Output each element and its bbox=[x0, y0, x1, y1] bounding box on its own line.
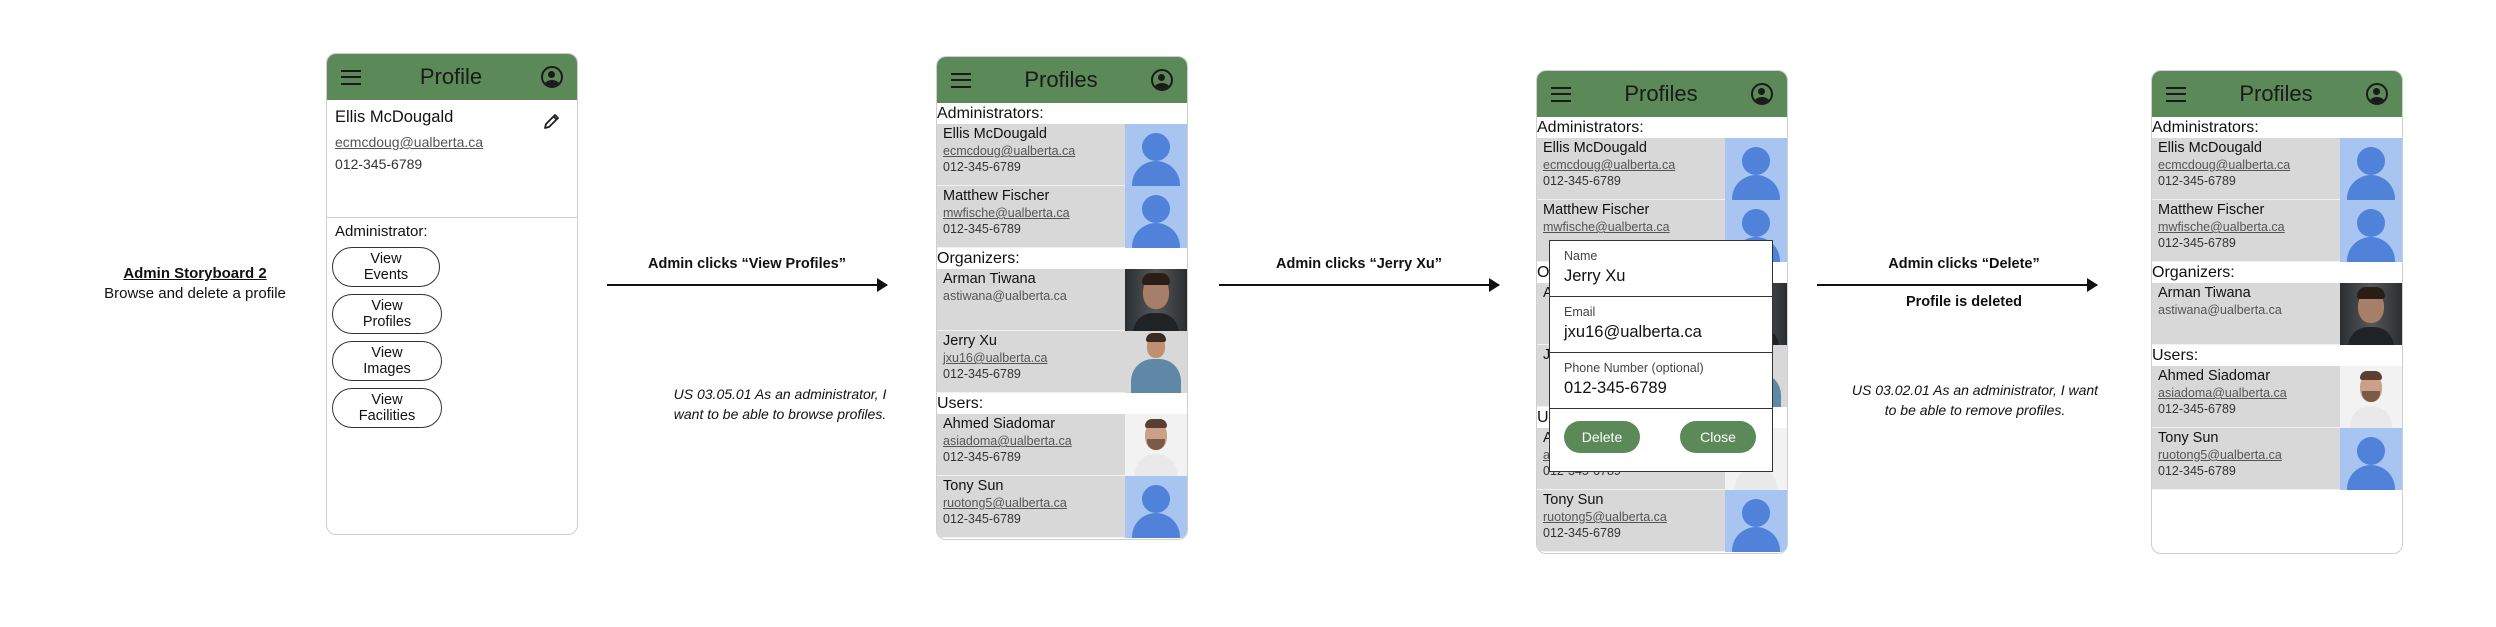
email-value: jxu16@ualberta.ca bbox=[1564, 323, 1702, 341]
profile-screen: Profile Ellis McDougald ecmcdoug@ualbert… bbox=[326, 53, 578, 535]
profile-name: Ellis McDougald bbox=[335, 108, 454, 126]
name-value: Jerry Xu bbox=[1564, 267, 1626, 285]
user-story-note-2: US 03.02.01 As an administrator, I want … bbox=[1851, 382, 2099, 418]
view-events-button[interactable]: View Events bbox=[332, 247, 440, 287]
menu-icon[interactable] bbox=[1551, 86, 1571, 102]
profile-row[interactable]: Ahmed Siadomar asiadoma@ualberta.ca 012-… bbox=[937, 414, 1187, 476]
default-avatar-icon bbox=[2340, 138, 2402, 200]
profiles-after-delete-screen: Profiles Administrators: Ellis McDougald… bbox=[2151, 70, 2403, 554]
storyboard-title: Admin Storyboard 2 bbox=[123, 265, 267, 282]
screen-title: Profiles bbox=[2239, 81, 2313, 106]
arrow-2-label: Admin clicks “Jerry Xu” bbox=[1275, 256, 1442, 272]
default-avatar-icon bbox=[1725, 490, 1787, 552]
default-avatar-icon bbox=[2340, 200, 2402, 262]
name-field: Name Jerry Xu bbox=[1550, 241, 1772, 297]
delete-button[interactable]: Delete bbox=[1564, 421, 1640, 453]
arrow-1-label: Admin clicks “View Profiles” bbox=[648, 256, 846, 272]
profile-photo bbox=[1125, 331, 1187, 393]
profiles-dialog-screen: Profiles Administrators: Ellis McDougald… bbox=[1536, 70, 1788, 554]
default-avatar-icon bbox=[1125, 476, 1187, 538]
top-bar: Profiles bbox=[937, 57, 1187, 103]
account-icon[interactable] bbox=[540, 66, 563, 88]
email-field: Email jxu16@ualberta.ca bbox=[1550, 297, 1772, 353]
profile-phone: 012-345-6789 bbox=[335, 156, 423, 172]
account-icon[interactable] bbox=[2365, 83, 2388, 105]
section-administrators: Administrators: bbox=[937, 105, 1044, 122]
view-images-button[interactable]: View Images bbox=[332, 341, 442, 381]
default-avatar-icon bbox=[1725, 138, 1787, 200]
profile-row[interactable]: Ellis McDougald ecmcdoug@ualberta.ca 012… bbox=[1537, 138, 1787, 200]
section-organizers: Organizers: bbox=[937, 250, 1020, 267]
phone-field: Phone Number (optional) 012-345-6789 bbox=[1550, 353, 1772, 409]
menu-icon[interactable] bbox=[341, 69, 361, 85]
default-avatar-icon bbox=[1125, 124, 1187, 186]
profile-row[interactable]: Arman Tiwana astiwana@ualberta.ca bbox=[937, 269, 1187, 331]
profile-photo bbox=[2340, 283, 2402, 345]
arrow-1 bbox=[607, 278, 888, 292]
top-bar: Profiles bbox=[2152, 71, 2402, 117]
section-users: Users: bbox=[937, 395, 984, 412]
profile-photo bbox=[1125, 414, 1187, 476]
profile-header: Ellis McDougald ecmcdoug@ualberta.ca 012… bbox=[327, 100, 577, 218]
profile-row[interactable]: Ahmed Siadomar asiadoma@ualberta.ca 012-… bbox=[2152, 366, 2402, 428]
default-avatar-icon bbox=[1125, 186, 1187, 248]
user-story-note-1: US 03.05.01 As an administrator, I want … bbox=[673, 386, 887, 422]
arrow-3 bbox=[1817, 278, 2098, 292]
top-bar: Profiles bbox=[1537, 71, 1787, 117]
top-bar: Profile bbox=[327, 54, 577, 100]
profile-photo bbox=[2340, 366, 2402, 428]
screen-title: Profile bbox=[419, 64, 483, 89]
screen-title: Profiles bbox=[1624, 81, 1698, 106]
arrow-3-label: Admin clicks “Delete” bbox=[1888, 256, 2040, 272]
menu-icon[interactable] bbox=[951, 72, 971, 88]
role-label: Administrator: bbox=[335, 223, 428, 240]
edit-pencil-icon[interactable] bbox=[543, 112, 561, 130]
menu-icon[interactable] bbox=[2166, 86, 2186, 102]
profile-row-jerry[interactable]: Jerry Xu jxu16@ualberta.ca 012-345-6789 bbox=[937, 331, 1187, 393]
profile-email[interactable]: ecmcdoug@ualberta.ca bbox=[335, 134, 569, 150]
profile-row[interactable]: Ellis McDougald ecmcdoug@ualberta.ca 012… bbox=[2152, 138, 2402, 200]
profile-row[interactable]: Tony Sun ruotong5@ualberta.ca 012-345-67… bbox=[2152, 428, 2402, 490]
profiles-screen: Profiles Administrators: Ellis McDougald… bbox=[936, 56, 1188, 540]
arrow-3-sublabel: Profile is deleted bbox=[1905, 294, 2023, 310]
phone-value: 012-345-6789 bbox=[1564, 379, 1667, 397]
profile-dialog: Name Jerry Xu Email jxu16@ualberta.ca Ph… bbox=[1549, 240, 1773, 472]
profile-row[interactable]: Matthew Fischer mwfische@ualberta.ca 012… bbox=[937, 186, 1187, 248]
section-organizers: Organizers: bbox=[2152, 264, 2235, 281]
name-label: Name bbox=[1564, 249, 1598, 263]
account-icon[interactable] bbox=[1750, 83, 1773, 105]
close-button[interactable]: Close bbox=[1680, 421, 1756, 453]
view-facilities-button[interactable]: View Facilities bbox=[332, 388, 442, 428]
section-administrators: Administrators: bbox=[2152, 119, 2259, 136]
account-icon[interactable] bbox=[1150, 69, 1173, 91]
storyboard-subtitle: Browse and delete a profile bbox=[104, 285, 286, 302]
view-profiles-button[interactable]: View Profiles bbox=[332, 294, 442, 334]
screen-title: Profiles bbox=[1024, 67, 1098, 92]
storyboard-caption: Admin Storyboard 2 Browse and delete a p… bbox=[95, 265, 295, 302]
arrow-2 bbox=[1219, 278, 1500, 292]
default-avatar-icon bbox=[2340, 428, 2402, 490]
phone-label: Phone Number (optional) bbox=[1564, 361, 1704, 375]
profile-row[interactable]: Tony Sun ruotong5@ualberta.ca 012-345-67… bbox=[1537, 490, 1787, 552]
section-administrators: Administrators: bbox=[1537, 119, 1644, 136]
email-label: Email bbox=[1564, 305, 1596, 319]
profile-row[interactable]: Arman Tiwana astiwana@ualberta.ca bbox=[2152, 283, 2402, 345]
profile-row[interactable]: Ellis McDougald ecmcdoug@ualberta.ca 012… bbox=[937, 124, 1187, 186]
profile-row[interactable]: Matthew Fischer mwfische@ualberta.ca 012… bbox=[2152, 200, 2402, 262]
section-users: Users: bbox=[2152, 347, 2199, 364]
profile-row[interactable]: Tony Sun ruotong5@ualberta.ca 012-345-67… bbox=[937, 476, 1187, 538]
profile-photo bbox=[1125, 269, 1187, 331]
